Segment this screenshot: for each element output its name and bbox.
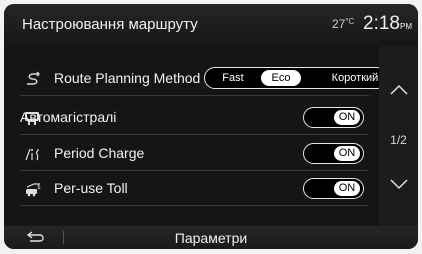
per-use-toll-toggle-state: ON bbox=[334, 181, 360, 196]
per-use-toll-toggle[interactable]: ON bbox=[303, 178, 364, 199]
settings-list: Route Planning Method Fast Eco Короткий … bbox=[4, 46, 388, 226]
clock-ampm: PM bbox=[399, 22, 412, 31]
route-method-fast[interactable]: Fast bbox=[215, 70, 251, 86]
period-charge-row: Period Charge ON bbox=[4, 137, 379, 171]
chevron-up-icon bbox=[390, 84, 408, 95]
bottom-bar: Параметри bbox=[4, 226, 418, 249]
motorways-row: Автомагістралі ON bbox=[4, 101, 379, 135]
screen: Настроювання маршруту 27°C 2:18PM Route … bbox=[4, 4, 418, 249]
period-charge-label: Period Charge bbox=[54, 145, 145, 161]
temperature-value: 27 bbox=[332, 17, 346, 31]
temperature-readout: 27°C bbox=[332, 17, 354, 31]
route-icon bbox=[24, 71, 42, 87]
route-planning-label: Route Planning Method bbox=[54, 70, 201, 86]
per-use-toll-row: $ Per-use Toll ON bbox=[4, 172, 379, 206]
motorways-toggle-state: ON bbox=[334, 110, 360, 125]
route-method-short[interactable]: Короткий bbox=[325, 70, 385, 86]
header: Настроювання маршруту 27°C 2:18PM bbox=[4, 4, 418, 46]
temperature-unit: °C bbox=[345, 17, 355, 26]
period-charge-icon bbox=[24, 146, 42, 162]
svg-text:$: $ bbox=[37, 184, 41, 191]
scroll-column: 1/2 bbox=[379, 46, 418, 226]
clock-time: 2:18 bbox=[363, 13, 400, 34]
per-use-toll-label: Per-use Toll bbox=[54, 180, 128, 196]
motorways-toggle[interactable]: ON bbox=[303, 107, 364, 128]
toll-icon: $ bbox=[24, 181, 42, 197]
route-method-selector[interactable]: Fast Eco Короткий bbox=[204, 67, 388, 89]
route-planning-row: Route Planning Method Fast Eco Короткий bbox=[4, 62, 388, 96]
route-method-eco[interactable]: Eco bbox=[261, 70, 301, 86]
period-charge-toggle-state: ON bbox=[334, 146, 360, 161]
row-divider bbox=[20, 170, 369, 171]
scroll-down-button[interactable] bbox=[379, 156, 418, 218]
page-title: Настроювання маршруту bbox=[22, 16, 198, 33]
bottom-title: Параметри bbox=[174, 230, 248, 246]
row-divider bbox=[20, 205, 369, 206]
clock: 2:18PM bbox=[363, 13, 412, 35]
chevron-down-icon bbox=[390, 179, 408, 190]
page-indicator: 1/2 bbox=[390, 133, 407, 147]
row-divider bbox=[20, 134, 369, 135]
row-divider bbox=[20, 95, 369, 96]
period-charge-toggle[interactable]: ON bbox=[303, 143, 364, 164]
scroll-up-button[interactable] bbox=[379, 62, 418, 124]
motorways-label: Автомагістралі bbox=[20, 109, 117, 125]
